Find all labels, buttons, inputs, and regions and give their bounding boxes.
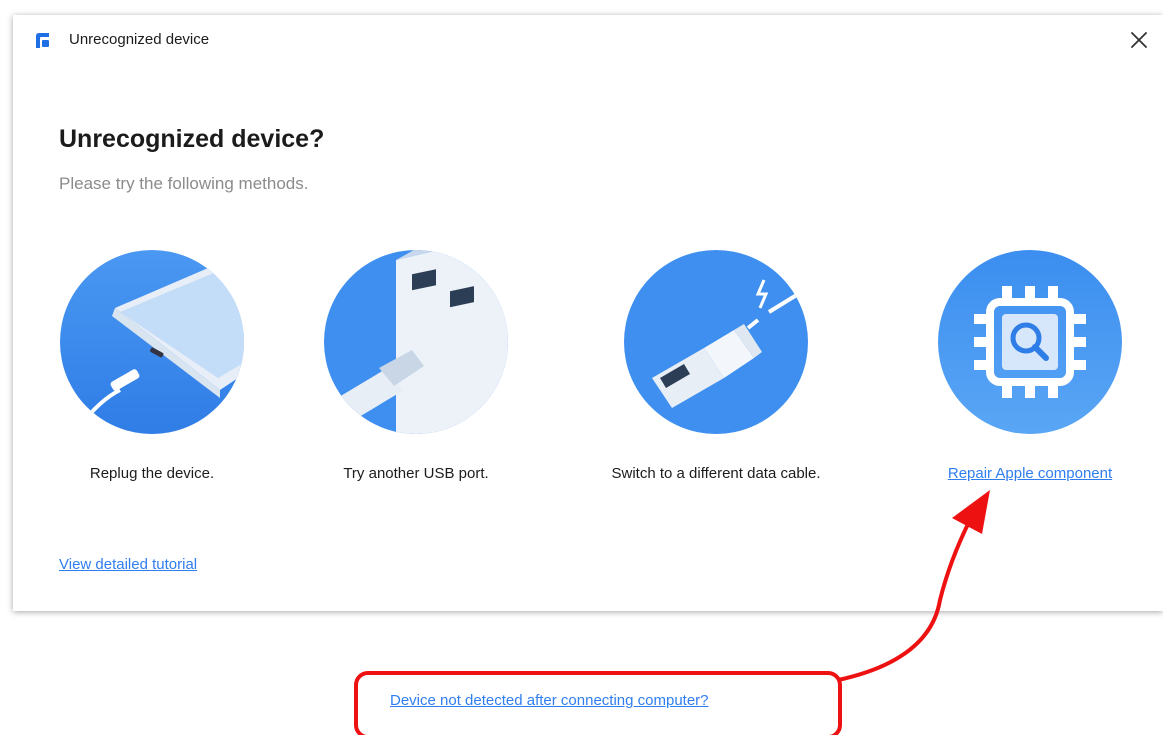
method-different-cable: Switch to a different data cable. [586, 250, 846, 510]
title-bar: Unrecognized device [13, 15, 1163, 65]
method-label: Repair Apple component [900, 465, 1160, 482]
page-subtitle: Please try the following methods. [59, 174, 309, 193]
method-usb-port: Try another USB port. [286, 250, 546, 510]
repair-apple-component-link[interactable]: Repair Apple component [948, 465, 1112, 482]
page-title: Unrecognized device? [59, 125, 325, 153]
page: Unrecognized device Unrecognized device?… [0, 0, 1163, 735]
close-icon[interactable] [1128, 29, 1150, 51]
cable-illustration-icon [624, 250, 808, 434]
method-label: Try another USB port. [343, 465, 489, 482]
repair-component-illustration-icon [938, 250, 1122, 434]
device-not-detected-link[interactable]: Device not detected after connecting com… [390, 692, 709, 709]
replug-illustration-icon [60, 250, 244, 434]
view-tutorial-link[interactable]: View detailed tutorial [59, 556, 197, 573]
app-logo-icon [36, 33, 49, 48]
method-label: Replug the device. [89, 465, 215, 482]
method-replug: Replug the device. [22, 250, 282, 510]
window-title: Unrecognized device [69, 31, 210, 48]
method-label: Switch to a different data cable. [611, 465, 821, 482]
usb-port-illustration-icon [324, 250, 508, 434]
unrecognized-device-dialog: Unrecognized device Unrecognized device?… [13, 15, 1163, 611]
method-repair-component: Repair Apple component [900, 250, 1160, 510]
